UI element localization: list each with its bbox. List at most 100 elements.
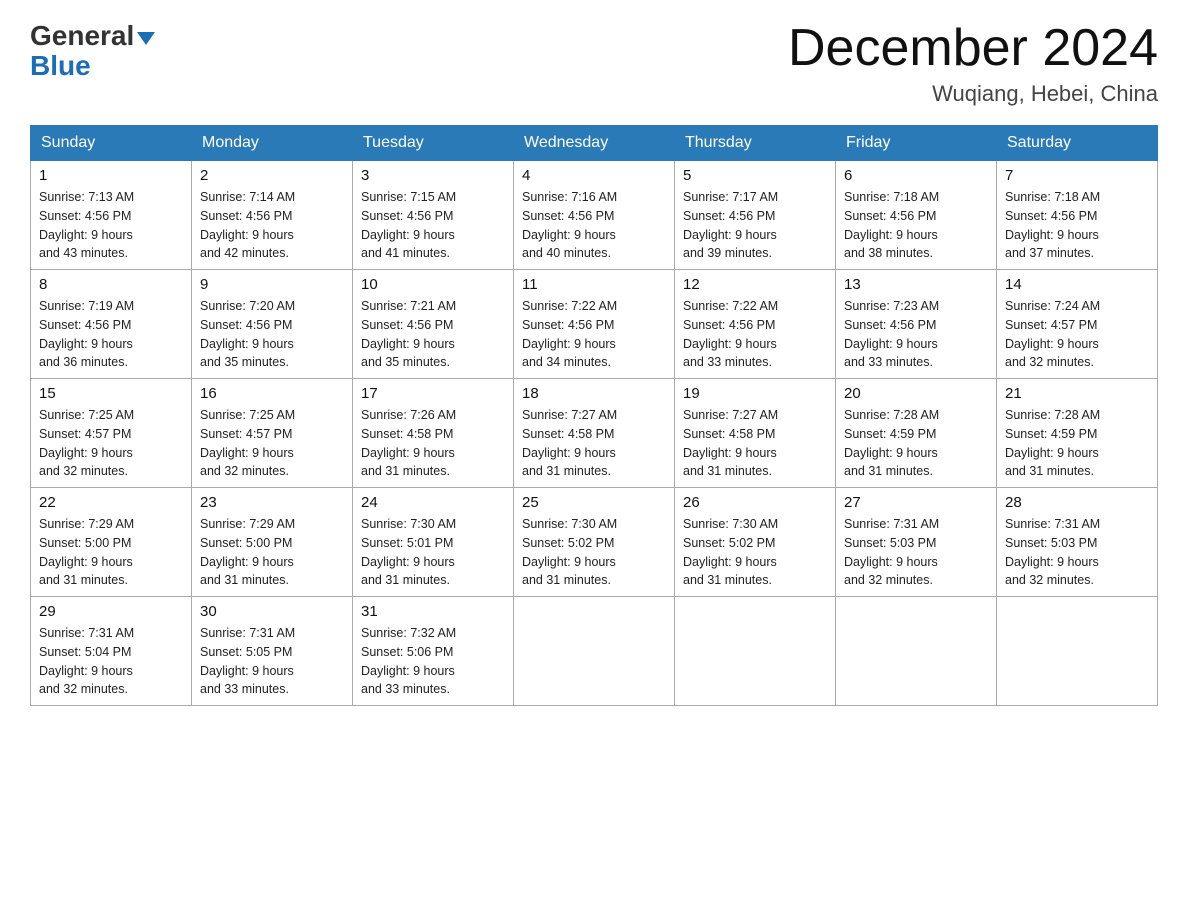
calendar-day-cell: 11 Sunrise: 7:22 AMSunset: 4:56 PMDaylig… [514,270,675,379]
day-number: 23 [200,494,344,511]
month-title: December 2024 [788,20,1158,77]
day-info: Sunrise: 7:23 AMSunset: 4:56 PMDaylight:… [844,297,988,372]
day-number: 20 [844,385,988,402]
day-info: Sunrise: 7:18 AMSunset: 4:56 PMDaylight:… [1005,188,1149,263]
calendar-week-row: 22 Sunrise: 7:29 AMSunset: 5:00 PMDaylig… [31,488,1158,597]
day-number: 15 [39,385,183,402]
calendar-header-row: SundayMondayTuesdayWednesdayThursdayFrid… [31,126,1158,161]
calendar-day-cell: 27 Sunrise: 7:31 AMSunset: 5:03 PMDaylig… [836,488,997,597]
calendar-day-cell: 8 Sunrise: 7:19 AMSunset: 4:56 PMDayligh… [31,270,192,379]
day-info: Sunrise: 7:30 AMSunset: 5:01 PMDaylight:… [361,515,505,590]
day-number: 27 [844,494,988,511]
day-info: Sunrise: 7:27 AMSunset: 4:58 PMDaylight:… [683,406,827,481]
calendar-week-row: 29 Sunrise: 7:31 AMSunset: 5:04 PMDaylig… [31,597,1158,706]
day-number: 4 [522,167,666,184]
day-number: 29 [39,603,183,620]
day-of-week-header: Monday [192,126,353,161]
day-number: 17 [361,385,505,402]
day-number: 12 [683,276,827,293]
day-info: Sunrise: 7:26 AMSunset: 4:58 PMDaylight:… [361,406,505,481]
day-info: Sunrise: 7:16 AMSunset: 4:56 PMDaylight:… [522,188,666,263]
day-number: 1 [39,167,183,184]
page-header: General Blue December 2024 Wuqiang, Hebe… [30,20,1158,107]
location-subtitle: Wuqiang, Hebei, China [788,81,1158,107]
day-info: Sunrise: 7:20 AMSunset: 4:56 PMDaylight:… [200,297,344,372]
day-number: 14 [1005,276,1149,293]
calendar-day-cell: 7 Sunrise: 7:18 AMSunset: 4:56 PMDayligh… [997,161,1158,270]
day-info: Sunrise: 7:30 AMSunset: 5:02 PMDaylight:… [522,515,666,590]
day-number: 19 [683,385,827,402]
calendar-day-cell: 2 Sunrise: 7:14 AMSunset: 4:56 PMDayligh… [192,161,353,270]
calendar-day-cell: 9 Sunrise: 7:20 AMSunset: 4:56 PMDayligh… [192,270,353,379]
calendar-week-row: 1 Sunrise: 7:13 AMSunset: 4:56 PMDayligh… [31,161,1158,270]
calendar-day-cell: 10 Sunrise: 7:21 AMSunset: 4:56 PMDaylig… [353,270,514,379]
calendar-day-cell: 30 Sunrise: 7:31 AMSunset: 5:05 PMDaylig… [192,597,353,706]
logo-blue-text: Blue [30,50,91,82]
day-info: Sunrise: 7:21 AMSunset: 4:56 PMDaylight:… [361,297,505,372]
day-info: Sunrise: 7:25 AMSunset: 4:57 PMDaylight:… [200,406,344,481]
calendar-day-cell [675,597,836,706]
calendar-day-cell: 31 Sunrise: 7:32 AMSunset: 5:06 PMDaylig… [353,597,514,706]
day-info: Sunrise: 7:31 AMSunset: 5:04 PMDaylight:… [39,624,183,699]
day-number: 16 [200,385,344,402]
logo: General Blue [30,20,155,82]
day-number: 13 [844,276,988,293]
day-number: 31 [361,603,505,620]
day-of-week-header: Tuesday [353,126,514,161]
day-of-week-header: Sunday [31,126,192,161]
day-number: 26 [683,494,827,511]
calendar-day-cell: 14 Sunrise: 7:24 AMSunset: 4:57 PMDaylig… [997,270,1158,379]
day-number: 5 [683,167,827,184]
day-info: Sunrise: 7:15 AMSunset: 4:56 PMDaylight:… [361,188,505,263]
calendar-week-row: 15 Sunrise: 7:25 AMSunset: 4:57 PMDaylig… [31,379,1158,488]
day-info: Sunrise: 7:13 AMSunset: 4:56 PMDaylight:… [39,188,183,263]
day-number: 22 [39,494,183,511]
day-info: Sunrise: 7:14 AMSunset: 4:56 PMDaylight:… [200,188,344,263]
day-of-week-header: Friday [836,126,997,161]
calendar-day-cell [836,597,997,706]
calendar-day-cell: 18 Sunrise: 7:27 AMSunset: 4:58 PMDaylig… [514,379,675,488]
calendar-week-row: 8 Sunrise: 7:19 AMSunset: 4:56 PMDayligh… [31,270,1158,379]
calendar-day-cell: 29 Sunrise: 7:31 AMSunset: 5:04 PMDaylig… [31,597,192,706]
calendar-day-cell: 22 Sunrise: 7:29 AMSunset: 5:00 PMDaylig… [31,488,192,597]
day-number: 7 [1005,167,1149,184]
calendar-day-cell: 15 Sunrise: 7:25 AMSunset: 4:57 PMDaylig… [31,379,192,488]
calendar-day-cell: 26 Sunrise: 7:30 AMSunset: 5:02 PMDaylig… [675,488,836,597]
day-info: Sunrise: 7:28 AMSunset: 4:59 PMDaylight:… [844,406,988,481]
day-of-week-header: Thursday [675,126,836,161]
day-info: Sunrise: 7:27 AMSunset: 4:58 PMDaylight:… [522,406,666,481]
day-info: Sunrise: 7:24 AMSunset: 4:57 PMDaylight:… [1005,297,1149,372]
day-info: Sunrise: 7:30 AMSunset: 5:02 PMDaylight:… [683,515,827,590]
day-number: 30 [200,603,344,620]
day-info: Sunrise: 7:32 AMSunset: 5:06 PMDaylight:… [361,624,505,699]
day-number: 2 [200,167,344,184]
day-info: Sunrise: 7:22 AMSunset: 4:56 PMDaylight:… [522,297,666,372]
day-info: Sunrise: 7:18 AMSunset: 4:56 PMDaylight:… [844,188,988,263]
day-number: 10 [361,276,505,293]
calendar-day-cell: 28 Sunrise: 7:31 AMSunset: 5:03 PMDaylig… [997,488,1158,597]
day-number: 8 [39,276,183,293]
calendar-day-cell: 25 Sunrise: 7:30 AMSunset: 5:02 PMDaylig… [514,488,675,597]
calendar-table: SundayMondayTuesdayWednesdayThursdayFrid… [30,125,1158,706]
day-number: 6 [844,167,988,184]
day-info: Sunrise: 7:25 AMSunset: 4:57 PMDaylight:… [39,406,183,481]
day-number: 3 [361,167,505,184]
logo-general-text: General [30,20,134,52]
day-info: Sunrise: 7:19 AMSunset: 4:56 PMDaylight:… [39,297,183,372]
calendar-day-cell: 24 Sunrise: 7:30 AMSunset: 5:01 PMDaylig… [353,488,514,597]
calendar-day-cell: 12 Sunrise: 7:22 AMSunset: 4:56 PMDaylig… [675,270,836,379]
calendar-day-cell: 19 Sunrise: 7:27 AMSunset: 4:58 PMDaylig… [675,379,836,488]
calendar-day-cell [997,597,1158,706]
day-info: Sunrise: 7:29 AMSunset: 5:00 PMDaylight:… [39,515,183,590]
calendar-day-cell [514,597,675,706]
calendar-day-cell: 23 Sunrise: 7:29 AMSunset: 5:00 PMDaylig… [192,488,353,597]
day-number: 11 [522,276,666,293]
calendar-day-cell: 3 Sunrise: 7:15 AMSunset: 4:56 PMDayligh… [353,161,514,270]
calendar-day-cell: 5 Sunrise: 7:17 AMSunset: 4:56 PMDayligh… [675,161,836,270]
day-info: Sunrise: 7:17 AMSunset: 4:56 PMDaylight:… [683,188,827,263]
calendar-day-cell: 17 Sunrise: 7:26 AMSunset: 4:58 PMDaylig… [353,379,514,488]
day-number: 18 [522,385,666,402]
day-number: 24 [361,494,505,511]
calendar-day-cell: 6 Sunrise: 7:18 AMSunset: 4:56 PMDayligh… [836,161,997,270]
day-number: 9 [200,276,344,293]
